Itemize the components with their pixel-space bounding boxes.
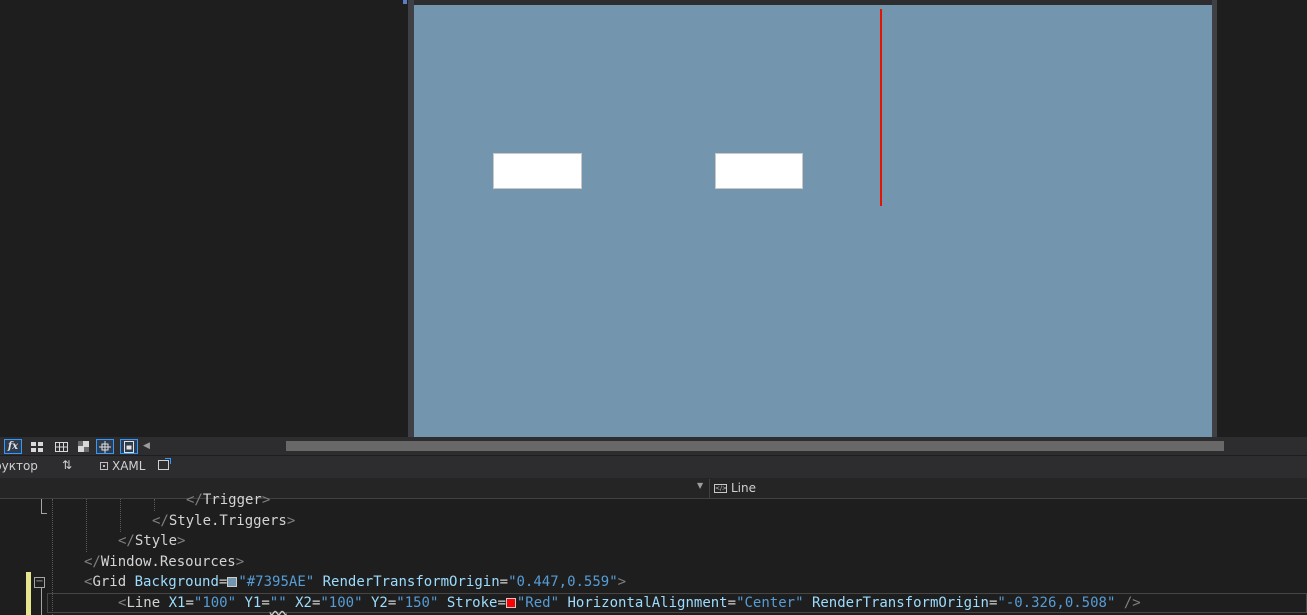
element-icon: </> xyxy=(714,483,728,493)
attribute-value: "Center" xyxy=(736,595,804,611)
attribute-value: "Red" xyxy=(516,595,560,611)
red-line-element[interactable] xyxy=(880,9,882,206)
tag-bracket: > xyxy=(177,533,186,549)
tag-bracket: </ xyxy=(118,533,135,549)
horizontal-scrollbar-thumb[interactable] xyxy=(286,441,1224,451)
white-button-2[interactable] xyxy=(715,153,803,189)
fold-line xyxy=(41,499,42,513)
scroll-left-icon[interactable]: ◀ xyxy=(143,439,153,453)
attribute-value: "0.447,0.559" xyxy=(508,574,618,590)
snap-lines-icon[interactable] xyxy=(96,439,114,454)
tab-design[interactable]: руктор xyxy=(0,456,40,476)
attribute-name: Y1 xyxy=(244,595,262,611)
tag-bracket: </ xyxy=(84,554,101,570)
code-line[interactable]: <Line X1="100" Y1="" X2="100" Y2="150" S… xyxy=(118,593,1141,613)
tag-bracket: </ xyxy=(186,492,203,508)
equals-sign: = xyxy=(261,595,270,611)
attribute-value: "-0.326,0.508" xyxy=(997,595,1116,611)
snap-grid-icon[interactable] xyxy=(52,439,70,454)
formula-icon[interactable]: fx xyxy=(4,439,22,454)
artboard-background-icon[interactable] xyxy=(74,439,92,454)
attribute-value: "#7395AE" xyxy=(238,574,315,590)
tag-bracket: > xyxy=(286,513,296,529)
attribute-value: "" xyxy=(269,595,287,611)
indent-guide xyxy=(120,499,121,532)
chevron-down-icon[interactable]: ▼ xyxy=(697,481,703,490)
member-dropdown[interactable]: </> Line xyxy=(714,478,756,498)
effects-icon[interactable] xyxy=(120,439,138,454)
tag-name: Trigger xyxy=(202,492,262,508)
attribute-value: "150" xyxy=(396,595,439,611)
attribute-name: Y2 xyxy=(370,595,388,611)
grid-icon[interactable] xyxy=(28,439,46,454)
tag-name: Style xyxy=(134,533,178,549)
tag-bracket: > xyxy=(235,554,245,570)
attribute-name: RenderTransformOrigin xyxy=(811,595,989,611)
attribute-name: Stroke xyxy=(446,595,498,611)
tag-bracket: </ xyxy=(152,513,169,529)
view-tabs-bar xyxy=(0,456,1307,479)
attribute-name: Background xyxy=(134,574,219,590)
white-button-1[interactable] xyxy=(493,153,582,189)
grid-artboard[interactable] xyxy=(414,5,1212,437)
swap-panes-icon[interactable]: ⇅ xyxy=(62,458,72,472)
tab-xaml[interactable]: XAML xyxy=(100,456,145,476)
fold-line xyxy=(41,588,42,615)
equals-sign: = xyxy=(499,574,509,590)
selection-handle[interactable] xyxy=(403,0,407,4)
tag-bracket: > xyxy=(617,574,627,590)
tag-bracket: /> xyxy=(1115,595,1141,611)
equals-sign: = xyxy=(185,595,194,611)
collapse-icon[interactable]: − xyxy=(34,577,45,588)
attribute-name: HorizontalAlignment xyxy=(567,595,728,611)
fold-line xyxy=(41,513,47,514)
code-line[interactable]: </Style.Triggers> xyxy=(152,511,295,531)
type-dropdown[interactable] xyxy=(0,478,708,498)
popout-icon[interactable] xyxy=(158,458,171,470)
code-line[interactable]: </Style> xyxy=(118,531,185,551)
tag-name: Window.Resources xyxy=(100,554,236,570)
tag-name: Grid xyxy=(92,574,127,590)
member-dropdown-value: Line xyxy=(731,481,757,495)
tag-name: Line xyxy=(126,595,161,611)
fx-label: fx xyxy=(7,441,19,452)
equals-sign: = xyxy=(387,595,397,611)
tab-design-label: руктор xyxy=(0,459,38,473)
xaml-icon xyxy=(100,462,108,470)
change-tracking-bar xyxy=(26,572,31,615)
attribute-value: "100" xyxy=(193,595,237,611)
code-line[interactable]: </Window.Resources> xyxy=(84,552,244,572)
color-swatch-icon[interactable] xyxy=(505,598,516,608)
indent-guide xyxy=(86,499,87,552)
equals-sign: = xyxy=(497,595,506,611)
equals-sign: = xyxy=(218,574,228,590)
code-line[interactable]: </Trigger> xyxy=(186,490,270,510)
indent-guide xyxy=(154,499,155,511)
attribute-name: RenderTransformOrigin xyxy=(322,574,500,590)
attribute-name: X2 xyxy=(295,595,312,611)
nav-divider xyxy=(709,479,710,498)
attribute-value: "100" xyxy=(320,595,363,611)
tag-name: Style.Triggers xyxy=(168,513,287,529)
tab-xaml-label: XAML xyxy=(112,459,146,473)
code-line[interactable]: <Grid Background= "#7395AE" RenderTransfo… xyxy=(84,572,626,592)
attribute-name: X1 xyxy=(168,595,186,611)
equals-sign: = xyxy=(727,595,737,611)
color-swatch-icon[interactable] xyxy=(227,577,238,587)
tag-bracket: > xyxy=(261,492,271,508)
